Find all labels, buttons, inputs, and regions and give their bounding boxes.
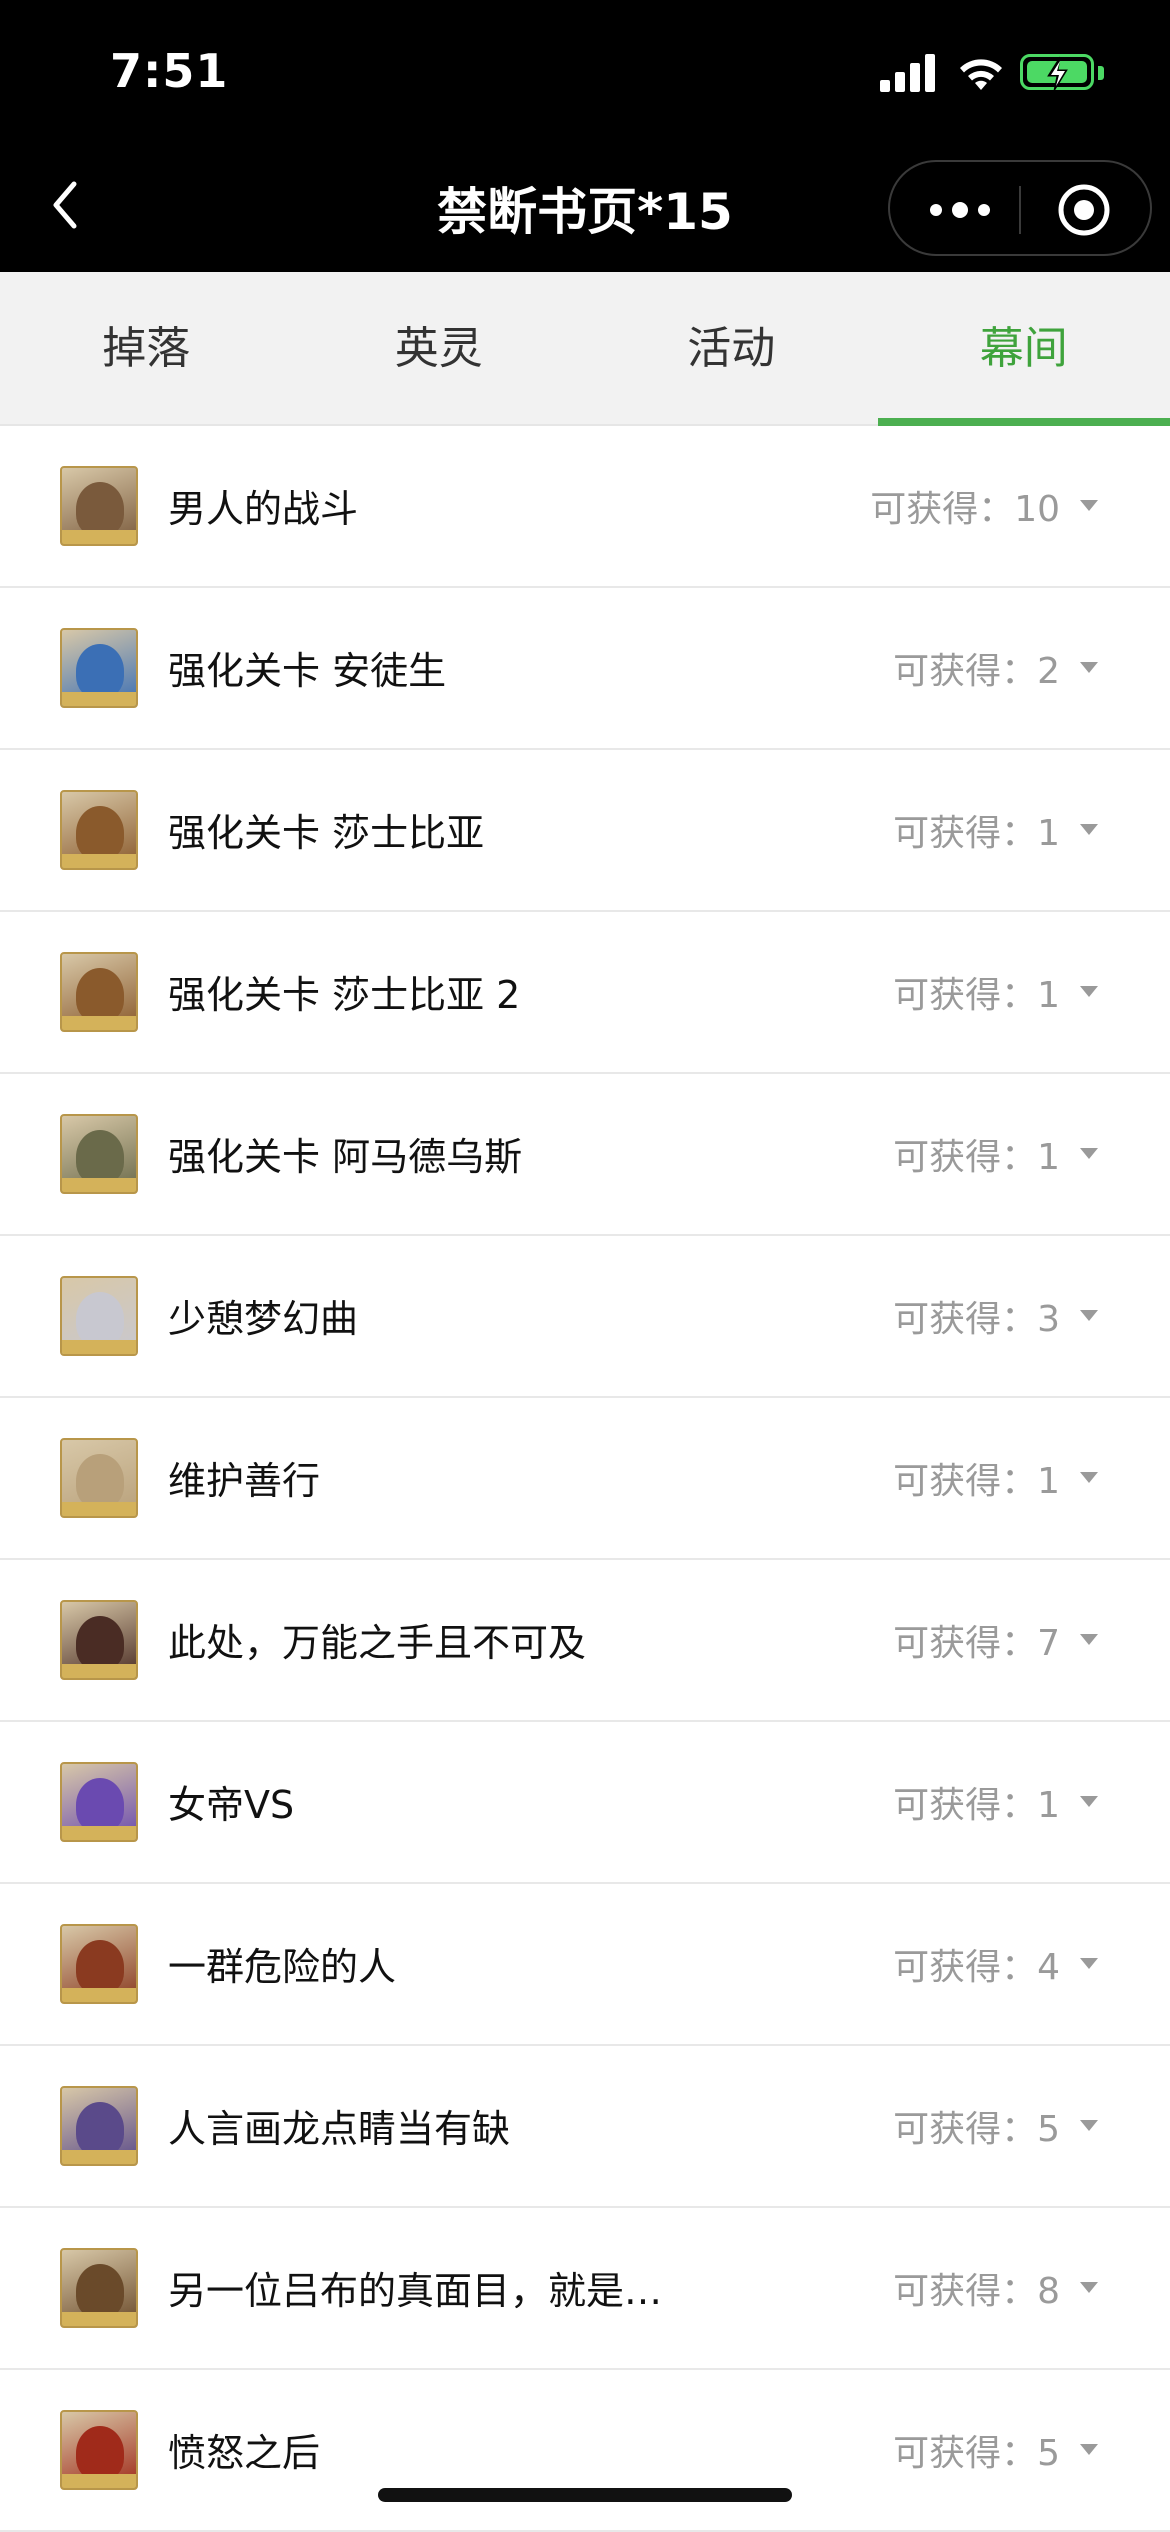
item-title: 维护善行 <box>168 1459 321 1503</box>
caret-down-icon <box>1080 1148 1098 1159</box>
item-count: 可获得：1 <box>893 813 1060 854</box>
item-title: 另一位吕布的真面目，就是… <box>168 2269 663 2313</box>
caret-down-icon <box>1080 1796 1098 1807</box>
list-item[interactable]: 人言画龙点睛当有缺 可获得：5 <box>0 2046 1170 2208</box>
item-title: 此处，万能之手且不可及 <box>168 1621 587 1665</box>
interlude-list: 男人的战斗 可获得：10 强化关卡 安徒生 可获得：2 强化关卡 莎士比亚 可获… <box>0 426 1170 2532</box>
signal-icon <box>880 52 938 92</box>
close-target-icon[interactable] <box>1056 182 1112 238</box>
caret-down-icon <box>1080 2444 1098 2455</box>
item-count: 可获得：1 <box>893 1461 1060 1502</box>
item-count: 可获得：10 <box>870 489 1060 530</box>
list-item[interactable]: 强化关卡 阿马德乌斯 可获得：1 <box>0 1074 1170 1236</box>
caret-down-icon <box>1080 500 1098 511</box>
battery-cap <box>1098 66 1104 80</box>
item-count: 可获得：7 <box>893 1623 1060 1664</box>
list-item[interactable]: 强化关卡 莎士比亚 可获得：1 <box>0 750 1170 912</box>
item-count: 可获得：2 <box>893 651 1060 692</box>
servant-avatar <box>60 790 138 870</box>
servant-avatar <box>60 1276 138 1356</box>
item-title: 男人的战斗 <box>168 487 359 531</box>
caret-down-icon <box>1080 2120 1098 2131</box>
servant-avatar <box>60 1762 138 1842</box>
item-count: 可获得：8 <box>893 2271 1060 2312</box>
item-title: 强化关卡 阿马德乌斯 <box>168 1135 523 1179</box>
item-title: 女帝VS <box>168 1783 295 1827</box>
list-item[interactable]: 强化关卡 莎士比亚 2 可获得：1 <box>0 912 1170 1074</box>
servant-avatar <box>60 466 138 546</box>
item-count: 可获得：1 <box>893 1785 1060 1826</box>
caret-down-icon <box>1080 1472 1098 1483</box>
charging-bolt-icon <box>1047 56 1068 92</box>
item-count: 可获得：5 <box>893 2433 1060 2474</box>
servant-avatar <box>60 1114 138 1194</box>
capsule-divider <box>1019 186 1021 234</box>
servant-avatar <box>60 1438 138 1518</box>
tab-events[interactable]: 活动 <box>585 272 878 424</box>
servant-avatar <box>60 628 138 708</box>
item-title: 强化关卡 莎士比亚 2 <box>168 973 521 1017</box>
servant-avatar <box>60 2086 138 2166</box>
item-title: 强化关卡 安徒生 <box>168 649 447 693</box>
app-screen: 7:51 禁断书页*15 掉落 英灵 活动 幕间 男人的战斗 可获得：10 强化… <box>0 0 1170 2532</box>
caret-down-icon <box>1080 986 1098 997</box>
caret-down-icon <box>1080 1634 1098 1645</box>
caret-down-icon <box>1080 824 1098 835</box>
caret-down-icon <box>1080 2282 1098 2293</box>
item-count: 可获得：3 <box>893 1299 1060 1340</box>
caret-down-icon <box>1080 1310 1098 1321</box>
list-item[interactable]: 愤怒之后 可获得：5 <box>0 2370 1170 2532</box>
item-title: 愤怒之后 <box>168 2431 321 2475</box>
miniprogram-capsule <box>888 160 1152 256</box>
item-count: 可获得：5 <box>893 2109 1060 2150</box>
caret-down-icon <box>1080 662 1098 673</box>
list-item[interactable]: 女帝VS 可获得：1 <box>0 1722 1170 1884</box>
item-count: 可获得：1 <box>893 975 1060 1016</box>
item-title: 少憩梦幻曲 <box>168 1297 359 1341</box>
list-item[interactable]: 一群危险的人 可获得：4 <box>0 1884 1170 2046</box>
item-count: 可获得：4 <box>893 1947 1060 1988</box>
tab-bar: 掉落 英灵 活动 幕间 <box>0 272 1170 426</box>
servant-avatar <box>60 2410 138 2490</box>
more-options-icon[interactable] <box>920 188 1000 232</box>
list-item[interactable]: 另一位吕布的真面目，就是… 可获得：8 <box>0 2208 1170 2370</box>
list-item[interactable]: 此处，万能之手且不可及 可获得：7 <box>0 1560 1170 1722</box>
tab-servants[interactable]: 英灵 <box>293 272 586 424</box>
tab-drops[interactable]: 掉落 <box>0 272 293 424</box>
status-time: 7:51 <box>110 44 229 98</box>
caret-down-icon <box>1080 1958 1098 1969</box>
tab-interludes[interactable]: 幕间 <box>877 272 1170 426</box>
servant-avatar <box>60 1924 138 2004</box>
list-item[interactable]: 强化关卡 安徒生 可获得：2 <box>0 588 1170 750</box>
item-title: 强化关卡 莎士比亚 <box>168 811 485 855</box>
item-title: 一群危险的人 <box>168 1945 397 1989</box>
list-item[interactable]: 少憩梦幻曲 可获得：3 <box>0 1236 1170 1398</box>
list-item[interactable]: 男人的战斗 可获得：10 <box>0 426 1170 588</box>
status-icons <box>880 52 1120 96</box>
item-count: 可获得：1 <box>893 1137 1060 1178</box>
servant-avatar <box>60 952 138 1032</box>
item-title: 人言画龙点睛当有缺 <box>168 2107 511 2151</box>
home-indicator <box>378 2488 792 2502</box>
servant-avatar <box>60 2248 138 2328</box>
list-item[interactable]: 维护善行 可获得：1 <box>0 1398 1170 1560</box>
wifi-icon <box>960 59 1002 90</box>
servant-avatar <box>60 1600 138 1680</box>
top-bar: 7:51 禁断书页*15 <box>0 0 1170 272</box>
